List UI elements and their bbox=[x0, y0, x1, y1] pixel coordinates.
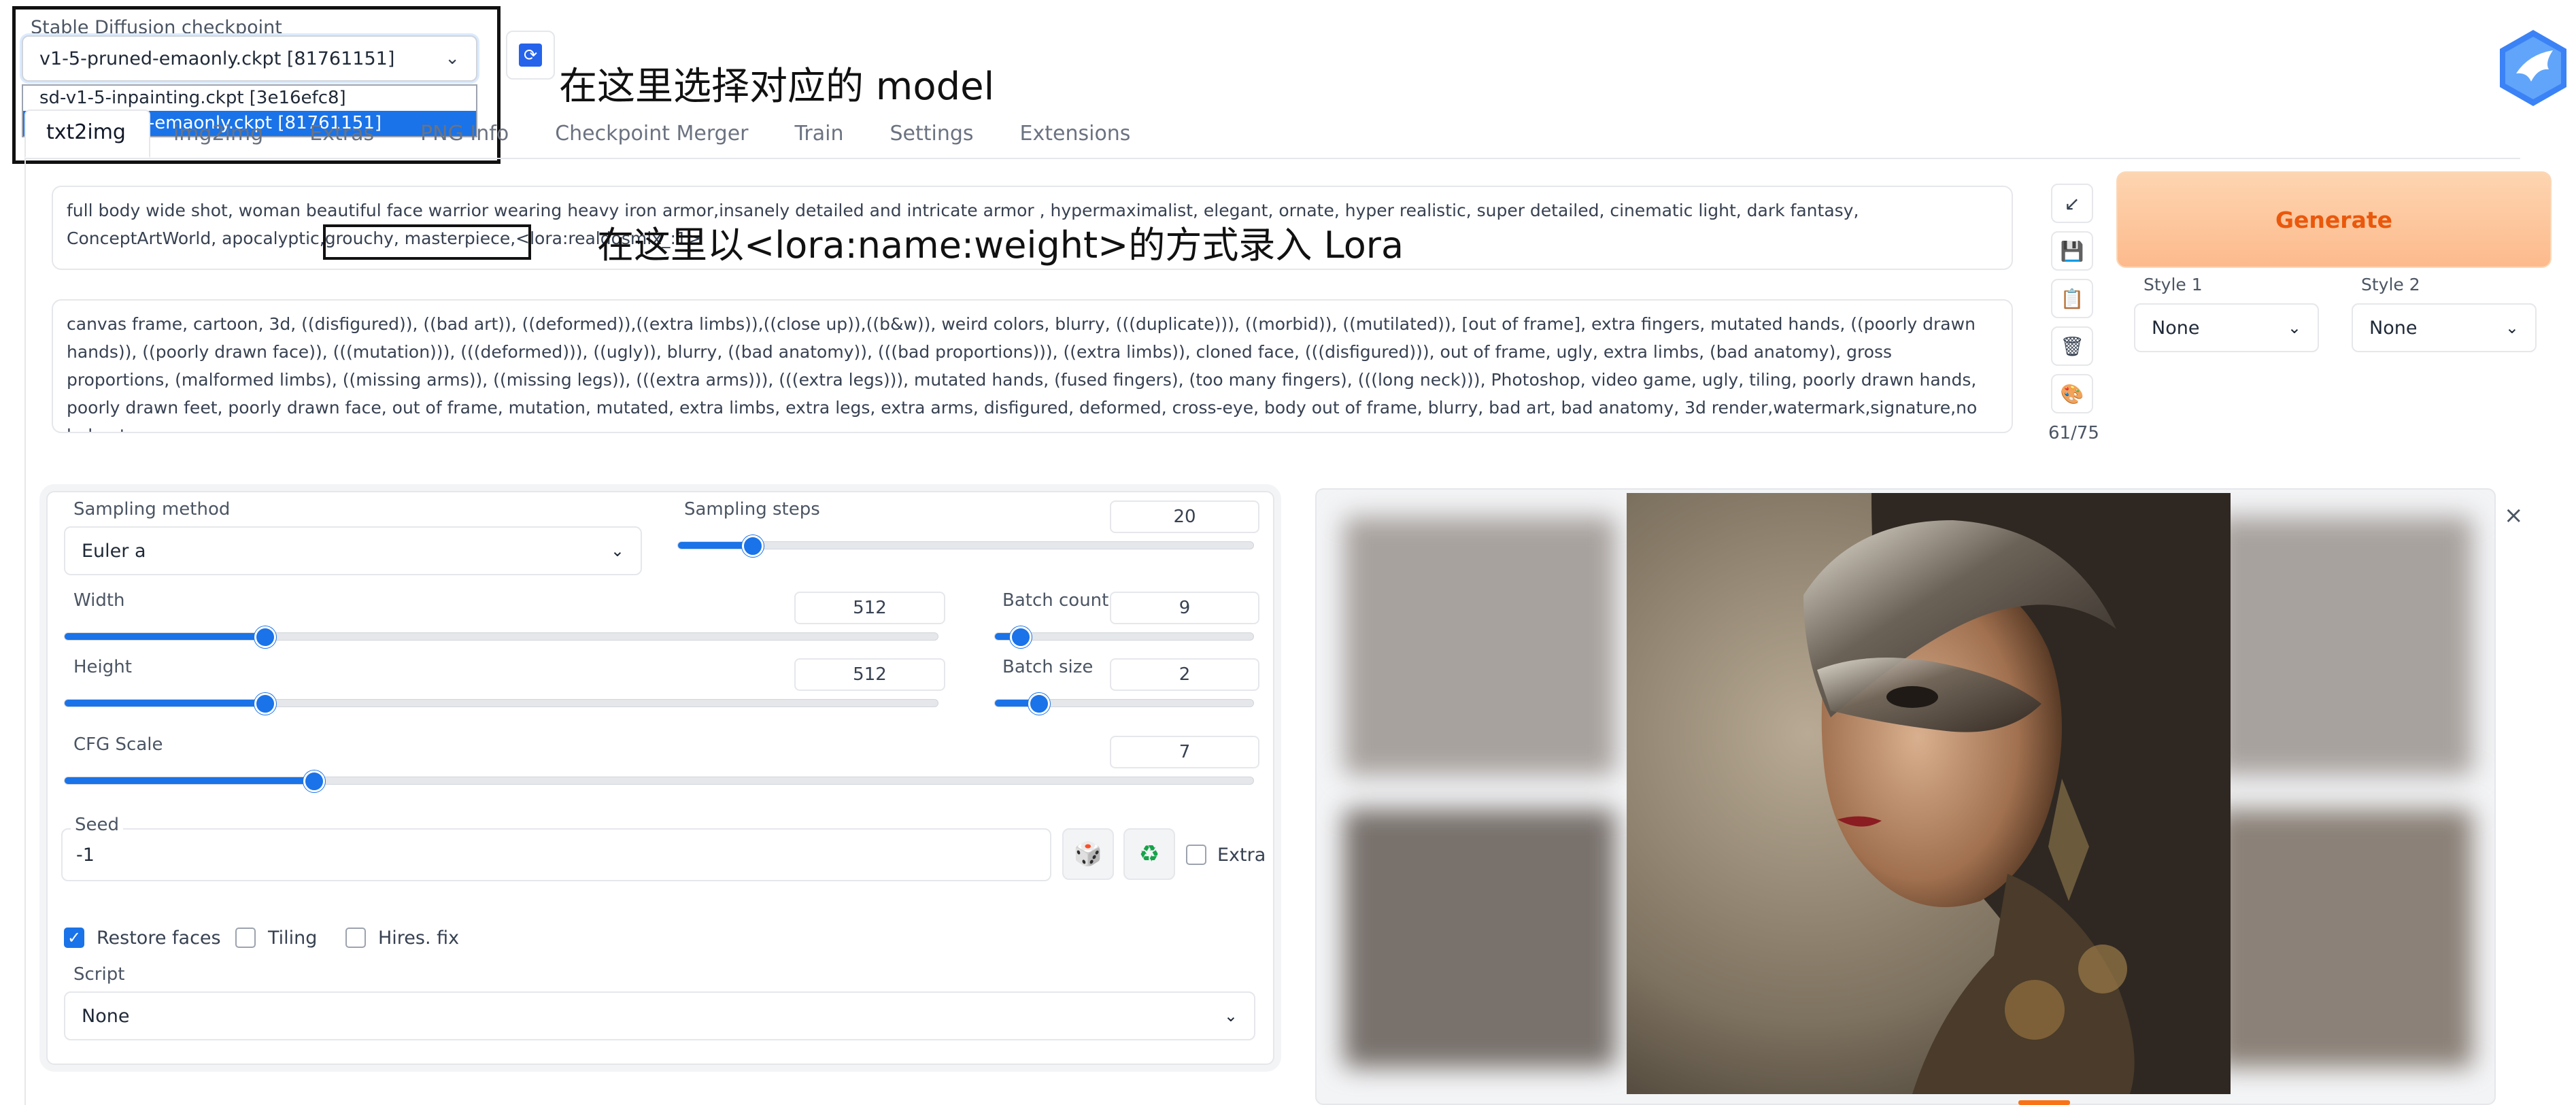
tab-extras[interactable]: Extras bbox=[286, 122, 397, 158]
style2-dropdown[interactable]: None ⌄ bbox=[2352, 303, 2537, 352]
batch-count-input[interactable]: 9 bbox=[1110, 592, 1259, 624]
slider-fill bbox=[65, 777, 314, 784]
chevron-down-icon: ⌄ bbox=[2287, 318, 2301, 337]
tab-extensions[interactable]: Extensions bbox=[997, 122, 1154, 158]
clipboard-icon: 📋 bbox=[2060, 287, 2084, 310]
checkpoint-dropdown[interactable]: v1-5-pruned-emaonly.ckpt [81761151] ⌄ bbox=[22, 35, 477, 82]
batch-count-label: Batch count bbox=[1002, 590, 1109, 611]
tab-bar: txt2img img2img Extras PNG Info Checkpoi… bbox=[24, 109, 1153, 158]
extra-networks-button[interactable]: 🎨 bbox=[2051, 374, 2093, 413]
height-slider[interactable] bbox=[64, 693, 938, 715]
batch-size-slider[interactable] bbox=[994, 693, 1254, 715]
generated-image[interactable] bbox=[1627, 493, 2231, 1094]
model-annotation: 在这里选择对应的 model bbox=[559, 65, 995, 109]
blurred-thumbnail bbox=[2214, 517, 2473, 775]
slider-thumb[interactable] bbox=[254, 693, 276, 715]
seed-label: Seed bbox=[71, 815, 123, 835]
chevron-down-icon: ⌄ bbox=[445, 48, 460, 69]
lora-annotation: 在这里以<lora:name:weight>的方式录入 Lora bbox=[597, 224, 1404, 267]
seed-input[interactable]: -1 bbox=[61, 828, 1051, 881]
save-style-button[interactable]: 💾 bbox=[2051, 231, 2093, 271]
checkpoint-selected-value: v1-5-pruned-emaonly.ckpt [81761151] bbox=[39, 48, 395, 69]
content-border bbox=[24, 158, 26, 1105]
annotation-outline-lora bbox=[323, 224, 531, 260]
sampling-method-label: Sampling method bbox=[73, 499, 231, 520]
chevron-down-icon: ⌄ bbox=[2505, 318, 2519, 337]
reuse-seed-button[interactable]: ♻ bbox=[1123, 828, 1175, 880]
tab-txt2img[interactable]: txt2img bbox=[24, 109, 150, 158]
slider-thumb[interactable] bbox=[742, 535, 764, 557]
height-label: Height bbox=[73, 657, 132, 677]
restore-faces-label: Restore faces bbox=[97, 928, 221, 949]
random-seed-button[interactable]: 🎲 bbox=[1062, 828, 1114, 880]
extra-seed-label: Extra bbox=[1217, 845, 1266, 866]
width-slider[interactable] bbox=[64, 626, 938, 648]
extra-seed-checkbox[interactable] bbox=[1186, 845, 1206, 865]
sampling-method-value: Euler a bbox=[82, 540, 146, 562]
token-counter: 61/75 bbox=[2048, 423, 2099, 443]
slider-thumb[interactable] bbox=[303, 770, 325, 792]
style1-dropdown[interactable]: None ⌄ bbox=[2134, 303, 2319, 352]
blurred-thumbnail bbox=[1344, 809, 1616, 1068]
trash-icon: 🗑 bbox=[2060, 335, 2084, 358]
save-icon: 💾 bbox=[2060, 239, 2084, 262]
hires-fix-label: Hires. fix bbox=[378, 928, 460, 949]
recycle-icon: ♻ bbox=[1138, 840, 1160, 868]
sampling-steps-slider[interactable] bbox=[677, 535, 1254, 557]
tiling-checkbox[interactable] bbox=[235, 928, 256, 948]
style2-label: Style 2 bbox=[2361, 275, 2420, 294]
generate-button[interactable]: Generate bbox=[2116, 171, 2552, 268]
sampling-steps-label: Sampling steps bbox=[684, 499, 820, 520]
height-input[interactable]: 512 bbox=[794, 658, 945, 691]
clear-prompt-button[interactable]: 🗑 bbox=[2051, 326, 2093, 366]
close-icon[interactable]: × bbox=[2504, 502, 2524, 529]
script-label: Script bbox=[73, 964, 125, 985]
apply-style-button[interactable]: 📋 bbox=[2051, 279, 2093, 318]
chevron-down-icon: ⌄ bbox=[1223, 1006, 1238, 1025]
script-value: None bbox=[82, 1005, 130, 1027]
blurred-thumbnail bbox=[2214, 809, 2473, 1068]
tab-img2img[interactable]: img2img bbox=[150, 122, 286, 158]
slider-thumb[interactable] bbox=[1028, 693, 1050, 715]
batch-count-slider[interactable] bbox=[994, 626, 1254, 648]
slider-fill bbox=[65, 633, 265, 640]
slider-thumb[interactable] bbox=[254, 626, 276, 648]
batch-size-input[interactable]: 2 bbox=[1110, 658, 1259, 691]
palette-icon: 🎨 bbox=[2060, 382, 2084, 405]
checkpoint-option[interactable]: sd-v1-5-inpainting.ckpt [3e16efc8] bbox=[23, 86, 476, 111]
cfg-scale-label: CFG Scale bbox=[73, 734, 163, 755]
batch-size-label: Batch size bbox=[1002, 657, 1094, 677]
cfg-scale-input[interactable]: 7 bbox=[1110, 736, 1259, 768]
width-label: Width bbox=[73, 590, 125, 611]
arrow-icon: ↙ bbox=[2064, 192, 2080, 215]
width-input[interactable]: 512 bbox=[794, 592, 945, 624]
tab-checkpoint-merger[interactable]: Checkpoint Merger bbox=[532, 122, 771, 158]
dice-icon: 🎲 bbox=[1073, 840, 1103, 868]
script-dropdown[interactable]: None ⌄ bbox=[64, 991, 1255, 1040]
slider-thumb[interactable] bbox=[1010, 626, 1032, 648]
style2-value: None bbox=[2369, 317, 2418, 339]
refresh-icon: ⟳ bbox=[519, 44, 542, 67]
negative-prompt-input[interactable]: canvas frame, cartoon, 3d, ((disfigured)… bbox=[52, 299, 2013, 433]
bird-logo bbox=[2500, 30, 2566, 106]
tab-png-info[interactable]: PNG Info bbox=[397, 122, 532, 158]
gallery-indicator bbox=[2018, 1100, 2070, 1105]
tiling-label: Tiling bbox=[268, 928, 318, 949]
tab-divider bbox=[24, 158, 2520, 159]
style1-value: None bbox=[2152, 317, 2200, 339]
chevron-down-icon: ⌄ bbox=[610, 541, 624, 560]
tab-settings[interactable]: Settings bbox=[866, 122, 996, 158]
sampling-method-dropdown[interactable]: Euler a ⌄ bbox=[64, 526, 642, 575]
tab-train[interactable]: Train bbox=[772, 122, 867, 158]
style1-label: Style 1 bbox=[2143, 275, 2203, 294]
slider-fill bbox=[65, 700, 265, 707]
sampling-steps-input[interactable]: 20 bbox=[1110, 500, 1259, 533]
hires-fix-checkbox[interactable] bbox=[345, 928, 366, 948]
refresh-checkpoint-button[interactable]: ⟳ bbox=[506, 31, 555, 80]
restore-faces-checkbox[interactable]: ✓ bbox=[64, 928, 84, 948]
read-params-button[interactable]: ↙ bbox=[2051, 184, 2093, 223]
blurred-thumbnail bbox=[1344, 517, 1616, 775]
cfg-scale-slider[interactable] bbox=[64, 770, 1254, 792]
